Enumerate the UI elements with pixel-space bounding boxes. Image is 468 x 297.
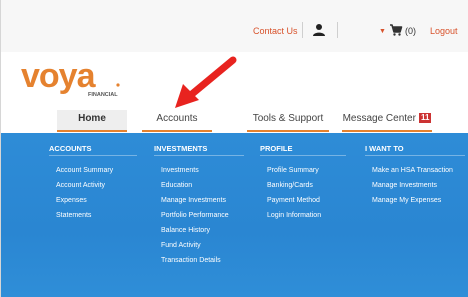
menu-link-manage-investments[interactable]: Manage Investments	[161, 197, 226, 204]
logo-subtitle: FINANCIAL	[88, 92, 118, 98]
tab-label: Home	[78, 113, 106, 124]
menu-link-balance-history[interactable]: Balance History	[161, 227, 210, 234]
divider	[337, 22, 338, 38]
menu-link-manage-my-expenses[interactable]: Manage My Expenses	[372, 197, 441, 204]
tab-underline	[342, 130, 432, 132]
menu-link-make-hsa-transaction[interactable]: Make an HSA Transaction	[372, 167, 453, 174]
cart-icon[interactable]	[389, 23, 403, 37]
tab-underline	[57, 130, 127, 132]
menu-link-expenses[interactable]: Expenses	[56, 197, 87, 204]
tab-label: Tools & Support	[252, 113, 324, 124]
column-heading: I WANT TO	[365, 144, 404, 153]
column-heading: PROFILE	[260, 144, 293, 153]
menu-link-account-activity[interactable]: Account Activity	[56, 182, 105, 189]
menu-link-profile-summary[interactable]: Profile Summary	[267, 167, 319, 174]
utility-bar: Contact Us ▼ (0) Logout	[1, 0, 468, 52]
logout-link[interactable]: Logout	[430, 26, 458, 36]
menu-link-investments[interactable]: Investments	[161, 167, 199, 174]
menu-link-statements[interactable]: Statements	[56, 212, 91, 219]
menu-link-payment-method[interactable]: Payment Method	[267, 197, 320, 204]
menu-link-banking-cards[interactable]: Banking/Cards	[267, 182, 313, 189]
menu-link-account-summary[interactable]: Account Summary	[56, 167, 113, 174]
column-heading: ACCOUNTS	[49, 144, 92, 153]
divider	[49, 155, 137, 156]
tab-label: Accounts	[156, 113, 198, 124]
menu-link-login-information[interactable]: Login Information	[267, 212, 321, 219]
divider	[154, 155, 244, 156]
tab-label: Message Center	[342, 113, 416, 124]
cart-count: (0)	[405, 26, 416, 36]
logo-wordmark: voya	[21, 59, 97, 95]
browser-page: Contact Us ▼ (0) Logout voya FINANCIAL H…	[0, 0, 468, 297]
menu-link-fund-activity[interactable]: Fund Activity	[161, 242, 201, 249]
contact-us-link[interactable]: Contact Us	[253, 26, 298, 36]
voya-logo[interactable]: voya FINANCIAL	[21, 59, 131, 99]
main-nav: Home Accounts Tools & Support Message Ce…	[1, 110, 468, 132]
menu-link-transaction-details[interactable]: Transaction Details	[161, 257, 221, 264]
tab-underline	[247, 130, 329, 132]
divider	[365, 155, 465, 156]
menu-link-portfolio-performance[interactable]: Portfolio Performance	[161, 212, 229, 219]
divider	[260, 155, 346, 156]
user-icon[interactable]	[312, 23, 326, 37]
tab-home[interactable]: Home	[57, 110, 127, 132]
tab-message-center[interactable]: Message Center 11	[342, 110, 432, 132]
divider	[302, 22, 303, 38]
column-heading: INVESTMENTS	[154, 144, 208, 153]
tab-underline	[142, 130, 212, 132]
tab-tools-support[interactable]: Tools & Support	[247, 110, 329, 132]
menu-link-education[interactable]: Education	[161, 182, 192, 189]
accounts-mega-menu: ACCOUNTS Account Summary Account Activit…	[1, 133, 468, 297]
message-count-badge: 11	[418, 113, 432, 123]
tab-accounts[interactable]: Accounts	[142, 110, 212, 132]
menu-link-manage-investments[interactable]: Manage Investments	[372, 182, 437, 189]
caret-down-icon[interactable]: ▼	[379, 28, 386, 35]
